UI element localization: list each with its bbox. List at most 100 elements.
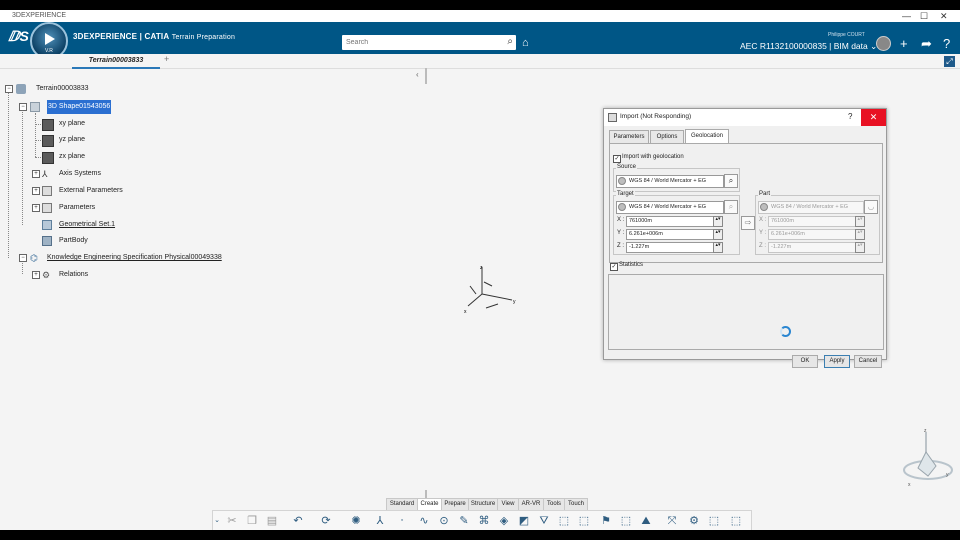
part-z-label: Z : [759,243,766,249]
help-icon[interactable]: ? [943,36,950,51]
toolbar-dropdown-icon[interactable]: ⌄ [213,514,221,528]
part-y-field[interactable]: 6.261e+006m [768,229,856,240]
apply-button[interactable]: Apply [824,355,850,368]
target-crs-select[interactable]: WGS 84 / World Mercator + EG [616,201,724,214]
surface-icon[interactable]: ⌘ [477,514,491,528]
undo-icon[interactable]: ↶ [291,514,305,528]
ok-button[interactable]: OK [792,355,818,368]
add-tab-button[interactable]: + [164,54,169,64]
window-title: 3DEXPERIENCE [12,12,67,19]
partbody-icon [42,236,52,246]
axis-icon[interactable]: ⅄ [373,514,387,528]
maximize-button[interactable]: ☐ [920,10,928,22]
part-z-field[interactable]: -1.227m [768,242,856,253]
dialog-close-button[interactable]: ✕ [861,109,886,126]
mesh-icon[interactable]: ⬚ [577,514,591,528]
fill-icon[interactable]: ⬚ [557,514,571,528]
axis-z-label: z [480,265,483,271]
svg-text:x: x [908,482,911,488]
globe-icon [618,203,626,211]
part-x-stepper[interactable]: ▴▾ [855,216,865,227]
shell-icon[interactable]: ◩ [517,514,531,528]
expand-toggle-external-parameters[interactable]: + [32,187,40,195]
part-crs-select[interactable]: WGS 84 / World Mercator + EG [758,201,864,214]
source-crs-select[interactable]: WGS 84 / World Mercator + EG [616,175,724,188]
window-titlebar: 3DEXPERIENCE — ☐ ✕ [0,10,960,22]
target-x-stepper[interactable]: ▴▾ [713,216,723,227]
tab-parameters[interactable]: Parameters [609,130,649,143]
dialog-help-button[interactable]: ? [848,112,852,121]
dialog-title: Import (Not Responding) [620,113,692,120]
search-box[interactable]: ⌕ [342,35,516,50]
part-z-stepper[interactable]: ▴▾ [855,242,865,253]
target-z-label: Z : [617,243,624,249]
expand-toggle-shape[interactable]: − [19,103,27,111]
flag-icon[interactable]: ⚑ [599,514,613,528]
filter-icon[interactable]: ⛛ [537,514,551,528]
target-search-button[interactable]: ⌕ [724,200,738,214]
project-selector[interactable]: AEC R1132100000835 | BIM data ⌄ [740,41,877,52]
panel-divider[interactable] [425,68,427,84]
close-window-button[interactable]: ✕ [940,10,948,22]
copy-icon[interactable]: ❐ [245,514,259,528]
part-y-stepper[interactable]: ▴▾ [855,229,865,240]
part-x-field[interactable]: 761000m [768,216,856,227]
tag-icon[interactable]: ⌂ [522,37,529,49]
expand-toggle-root[interactable]: − [5,85,13,93]
geometrical-set-icon [42,220,52,230]
target-y-field[interactable]: 6.261e+006m [626,229,714,240]
cancel-button[interactable]: Cancel [854,355,882,368]
snap-icon[interactable]: ✺ [349,514,363,528]
import-geolocation-checkbox[interactable]: ✓ [613,155,621,163]
gear-icon[interactable]: ⚙ [687,514,701,528]
avatar[interactable] [876,36,891,51]
circle-icon[interactable]: ⊙ [437,514,451,528]
terrain-icon[interactable]: ⛰ [639,514,653,528]
paste-icon[interactable]: ▤ [265,514,279,528]
update-icon[interactable]: ⟳ [319,514,333,528]
axis-system-icon: ⅄ [42,169,48,179]
target-z-field[interactable]: -1.227m [626,242,714,253]
cut-icon[interactable]: ✂ [225,514,239,528]
target-x-field[interactable]: 761000m [626,216,714,227]
points-icon[interactable]: ⬚ [619,514,633,528]
statistics-area [608,274,884,350]
spline-icon[interactable]: ∿ [417,514,431,528]
tab-terrain[interactable]: Terrain00003833 [72,54,160,69]
part-pick-button[interactable]: ◡ [864,200,878,214]
share-icon[interactable]: ➦ [921,36,932,52]
point-icon[interactable]: ▫ [395,514,409,528]
scale-icon[interactable]: ⤧ [665,514,679,528]
pad-icon[interactable]: ◈ [497,514,511,528]
expand-toggle-axis-systems[interactable]: + [32,170,40,178]
source-group: Source WGS 84 / World Mercator + EG ⌕ [613,164,740,192]
minimize-button[interactable]: — [902,10,911,22]
axis-y-label: y [513,299,516,305]
statistics-checkbox[interactable]: ✓ [610,263,618,271]
user-name: Philippe COURT [828,32,865,38]
dialog-titlebar: Import (Not Responding) ? [604,109,886,126]
source-search-button[interactable]: ⌕ [724,174,738,188]
part-x-label: X : [759,217,767,223]
target-y-stepper[interactable]: ▴▾ [713,229,723,240]
grid-icon[interactable]: ⬚ [707,514,721,528]
search-input[interactable] [346,36,496,48]
expand-toggle-kes[interactable]: − [19,254,27,262]
copy-to-part-arrow-icon[interactable]: ⇨ [741,216,755,230]
sketch-icon[interactable]: ✎ [457,514,471,528]
3d-compass[interactable]: z x y [898,426,956,496]
pattern-icon[interactable]: ⬚ [729,514,743,528]
tab-geolocation[interactable]: Geolocation [685,129,729,143]
target-z-stepper[interactable]: ▴▾ [713,242,723,253]
expand-toggle-parameters[interactable]: + [32,204,40,212]
top-bar: ⅅS V.R 3DEXPERIENCE | CATIA Terrain Prep… [0,22,960,60]
tab-options[interactable]: Options [650,130,684,143]
collapse-panel-icon[interactable]: ‹ [416,70,419,79]
axis-triad: z y x [464,265,516,315]
geolocation-panel: ✓ Import with geolocation Source WGS 84 … [609,143,883,263]
search-icon[interactable]: ⌕ [507,36,513,47]
expand-toggle-relations[interactable]: + [32,271,40,279]
ds-logo-icon[interactable]: ⅅS [8,28,29,45]
add-icon[interactable]: + [900,36,908,51]
expand-icon[interactable]: ⤢ [944,56,955,67]
